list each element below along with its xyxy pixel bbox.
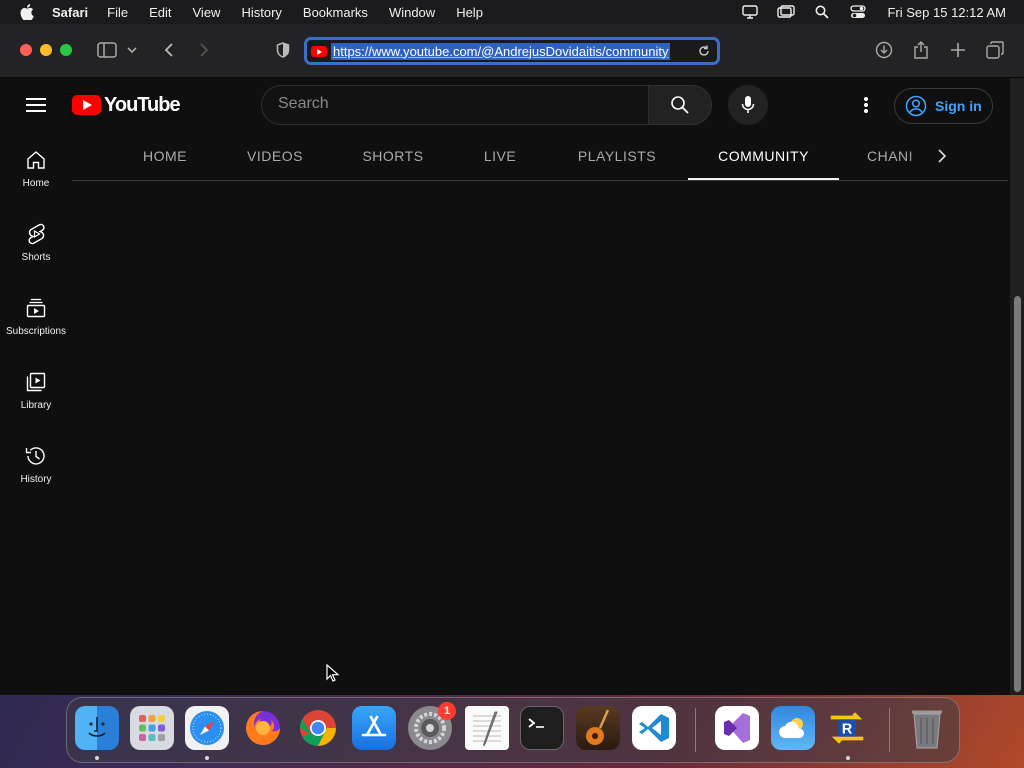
scrollbar-thumb[interactable] [1014,296,1021,692]
share-icon[interactable] [910,39,932,61]
garageband-icon[interactable] [576,706,620,750]
microphone-icon [741,96,755,113]
search-button[interactable] [648,85,712,125]
sidebar-label-home: Home [22,178,50,189]
shorts-icon [24,222,48,246]
tab-home[interactable]: HOME [130,132,200,180]
page-scrollbar[interactable] [1010,78,1024,695]
tab-live[interactable]: LIVE [470,132,530,180]
search-icon [671,96,689,114]
subscriptions-icon [24,296,48,320]
chrome-icon[interactable] [296,706,340,750]
menu-bookmarks[interactable]: Bookmarks [303,5,368,20]
sidebar-item-library[interactable]: Library [0,354,72,428]
back-icon[interactable] [158,39,180,61]
menu-history[interactable]: History [241,5,281,20]
close-window-button[interactable] [20,44,32,56]
youtube-favicon-icon [311,45,327,57]
new-tab-icon[interactable] [947,39,969,61]
dock-separator [695,708,696,752]
screen-mirroring-icon[interactable] [741,5,759,19]
home-icon [24,148,48,172]
svg-text:R: R [842,722,853,738]
spotlight-search-icon[interactable] [813,5,831,19]
dock: 1 R [66,697,960,763]
youtube-logo-text: YouTube [104,93,181,116]
sidebar-label-history: History [20,474,52,485]
tab-community[interactable]: COMMUNITY [688,132,839,180]
sidebar-item-history[interactable]: History [0,428,72,502]
dock-separator-2 [889,708,890,752]
menu-file[interactable]: File [107,5,128,20]
rstudio-running-indicator [846,756,850,760]
terminal-icon[interactable] [520,706,564,750]
vscode-icon[interactable] [632,706,676,750]
tabs-scroll-right-icon[interactable] [930,144,954,168]
forward-icon[interactable] [193,39,215,61]
sidebar-label-shorts: Shorts [21,252,51,263]
sidebar-toggle-icon[interactable] [96,39,118,61]
finder-icon[interactable] [75,706,119,750]
weather-icon[interactable] [771,706,815,750]
menu-window[interactable]: Window [389,5,435,20]
sidebar-label-library: Library [20,400,52,411]
sign-in-label: Sign in [935,98,982,114]
sign-in-button[interactable]: Sign in [894,88,993,124]
safari-toolbar: https://www.youtube.com/@AndrejusDovidai… [0,24,1024,78]
youtube-logo[interactable]: YouTube [72,93,181,116]
tabs-fade [908,132,932,180]
privacy-shield-icon[interactable] [272,39,294,61]
settings-badge: 1 [438,702,456,720]
safari-running-indicator [205,756,209,760]
menubar-clock[interactable]: Fri Sep 15 12:12 AM [887,5,1006,20]
menu-help[interactable]: Help [456,5,483,20]
youtube-page: YouTube Sign in [0,78,1010,695]
search-input[interactable] [278,95,628,113]
display-icon[interactable] [777,5,796,19]
chevron-down-icon[interactable] [125,39,139,61]
library-icon [24,370,48,394]
youtube-header: YouTube Sign in [0,78,1010,132]
trash-icon[interactable] [905,706,949,750]
menu-edit[interactable]: Edit [149,5,171,20]
account-circle-icon [905,95,927,117]
menu-app-name[interactable]: Safari [52,5,88,20]
control-center-icon[interactable] [849,5,867,19]
address-url[interactable]: https://www.youtube.com/@AndrejusDovidai… [331,42,671,60]
safari-window: https://www.youtube.com/@AndrejusDovidai… [0,24,1024,695]
search-box[interactable] [261,85,649,125]
safari-icon[interactable] [185,706,229,750]
textedit-icon[interactable] [465,706,509,750]
address-bar[interactable]: https://www.youtube.com/@AndrejusDovidai… [304,37,720,65]
system-settings-icon[interactable]: 1 [408,702,456,750]
minimize-window-button[interactable] [40,44,52,56]
more-options-icon[interactable] [856,95,876,115]
firefox-icon[interactable] [241,706,285,750]
sidebar-item-home[interactable]: Home [0,132,72,206]
voice-search-button[interactable] [728,85,768,125]
visual-studio-icon[interactable] [715,706,759,750]
finder-running-indicator [95,756,99,760]
sidebar-item-shorts[interactable]: Shorts [0,206,72,280]
downloads-icon[interactable] [873,39,895,61]
zoom-window-button[interactable] [60,44,72,56]
rstudio-icon[interactable]: R [825,706,869,750]
tab-playlists[interactable]: PLAYLISTS [568,132,666,180]
history-icon [24,444,48,468]
reload-icon[interactable] [697,44,711,58]
sidebar-label-subscriptions: Subscriptions [5,326,67,337]
apple-menu-icon[interactable] [18,4,36,20]
mouse-pointer-icon [326,664,340,682]
sidebar-item-subscriptions[interactable]: Subscriptions [0,280,72,354]
launchpad-icon[interactable] [130,706,174,750]
app-store-icon[interactable] [352,706,396,750]
tab-videos[interactable]: VIDEOS [238,132,312,180]
tab-overview-icon[interactable] [984,39,1006,61]
channel-tabs: HOME VIDEOS SHORTS LIVE PLAYLISTS COMMUN… [72,132,1008,181]
tab-shorts[interactable]: SHORTS [354,132,432,180]
menu-bar: Safari File Edit View History Bookmarks … [0,0,1024,24]
menu-view[interactable]: View [193,5,221,20]
youtube-play-icon [72,95,101,115]
hamburger-menu-icon[interactable] [26,98,46,112]
